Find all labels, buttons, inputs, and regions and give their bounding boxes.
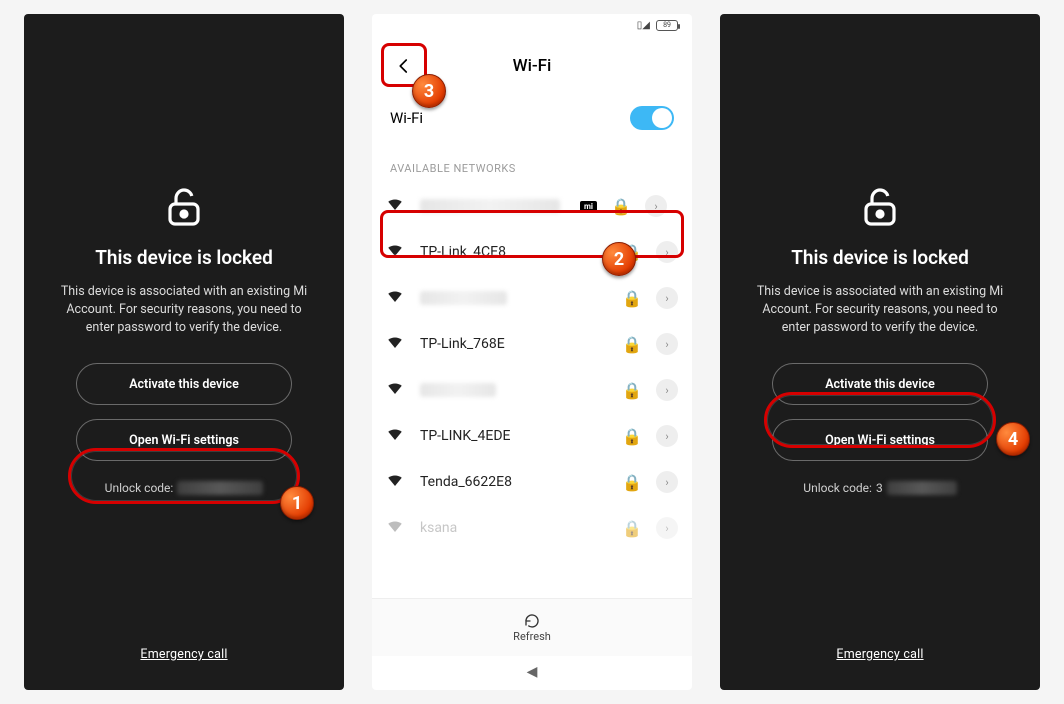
wifi-signal-icon [386,333,406,355]
chevron-right-icon[interactable]: › [656,471,678,493]
unlock-code-value-blurred [177,481,263,495]
open-wifi-settings-button[interactable]: Open Wi-Fi settings [772,419,988,461]
unlock-icon [856,182,904,234]
unlock-code-label: Unlock code: [803,481,872,495]
chevron-right-icon[interactable]: › [656,379,678,401]
step-badge-2: 2 [602,242,636,276]
lock-title: This device is locked [95,246,273,269]
phone-1-lock-screen: This device is locked This device is ass… [24,14,344,690]
refresh-button[interactable]: Refresh [372,598,692,656]
step-badge-3: 3 [412,74,446,108]
signal-icon: ▯◢ [637,20,650,31]
unlock-code-row: Unlock code: 3 [803,481,956,495]
lock-icon: 🔒 [622,381,642,400]
chevron-right-icon[interactable]: › [656,241,678,263]
refresh-icon [523,612,541,630]
wifi-signal-icon [386,425,406,447]
mi-badge: mi [580,201,597,212]
chevron-right-icon[interactable]: › [656,333,678,355]
wifi-signal-icon [386,379,406,401]
unlock-icon [160,182,208,234]
network-name-blurred [420,291,507,305]
chevron-right-icon[interactable]: › [656,287,678,309]
network-name: Tenda_6622E8 [420,474,608,490]
network-row-4[interactable]: TP-Link_768E 🔒 › [372,321,692,367]
emergency-call-link[interactable]: Emergency call [24,647,344,662]
network-row-8[interactable]: ksana 🔒 › [372,505,692,551]
network-row-3[interactable]: 🔒 › [372,275,692,321]
status-bar: ▯◢ 89 [372,14,692,36]
lock-icon: 🔒 [622,427,642,446]
activate-device-button[interactable]: Activate this device [772,363,988,405]
network-name-blurred [420,199,560,213]
chevron-right-icon[interactable]: › [656,425,678,447]
network-name: TP-Link_768E [420,336,608,352]
lock-icon: 🔒 [622,519,642,538]
phone-3-lock-screen: This device is locked This device is ass… [720,14,1040,690]
network-name: TP-LINK_4EDE [420,428,608,444]
step-badge-4: 4 [996,422,1030,456]
chevron-right-icon[interactable]: › [656,517,678,539]
open-wifi-settings-button[interactable]: Open Wi-Fi settings [76,419,292,461]
nav-back-triangle[interactable]: ◀ [372,664,692,680]
lock-icon: 🔒 [622,289,642,308]
lock-screen-content: This device is locked This device is ass… [24,14,344,690]
lock-description: This device is associated with an existi… [744,283,1016,337]
lock-icon: 🔒 [622,335,642,354]
wifi-title: Wi-Fi [372,56,692,76]
lock-icon: 🔒 [622,473,642,492]
wifi-toggle-label: Wi-Fi [390,109,423,127]
wifi-signal-icon [386,517,406,539]
chevron-right-icon[interactable]: › [645,195,667,217]
available-networks-label: AVAILABLE NETWORKS [372,144,692,183]
back-button[interactable] [388,50,420,82]
network-name: ksana [420,520,608,536]
activate-device-button[interactable]: Activate this device [76,363,292,405]
refresh-label: Refresh [513,630,551,643]
lock-title: This device is locked [791,246,969,269]
wifi-signal-icon [386,471,406,493]
lock-description: This device is associated with an existi… [48,283,320,337]
wifi-signal-icon [386,195,406,217]
network-row-5[interactable]: 🔒 › [372,367,692,413]
lock-icon: 🔒 [611,197,631,216]
network-row-7[interactable]: Tenda_6622E8 🔒 › [372,459,692,505]
step-badge-1: 1 [280,486,314,520]
wifi-signal-icon [386,287,406,309]
unlock-code-label: Unlock code: [105,481,174,495]
network-row-1[interactable]: mi 🔒 › [372,183,692,229]
phone-2-wifi-settings: ▯◢ 89 Wi-Fi Wi-Fi AVAILABLE NETWORKS mi … [372,14,692,690]
unlock-code-row: Unlock code: [105,481,264,495]
battery-icon: 89 [656,20,678,31]
emergency-call-link[interactable]: Emergency call [720,647,1040,662]
lock-screen-content: This device is locked This device is ass… [720,14,1040,690]
network-list: mi 🔒 › TP-Link_4CE8 🔒 › 🔒 › TP-Link_768E… [372,183,692,551]
network-row-6[interactable]: TP-LINK_4EDE 🔒 › [372,413,692,459]
network-name: TP-Link_4CE8 [420,244,608,260]
wifi-toggle[interactable] [630,106,674,130]
wifi-signal-icon [386,241,406,263]
unlock-code-value-blurred [887,481,957,495]
network-row-2[interactable]: TP-Link_4CE8 🔒 › [372,229,692,275]
network-name-blurred [420,383,496,397]
